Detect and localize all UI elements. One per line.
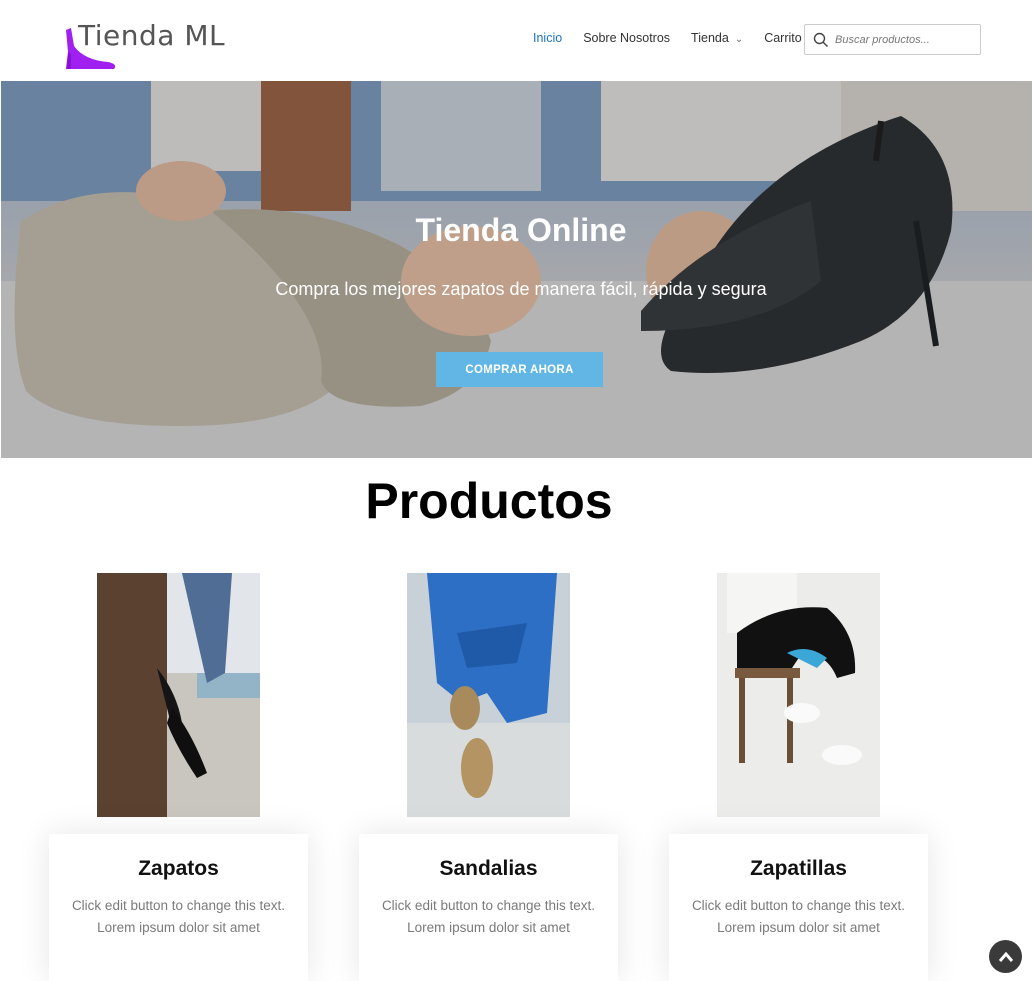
product-card-line1: Click edit button to change this text. bbox=[381, 898, 596, 913]
product-card-line2: Lorem ipsum dolor sit amet bbox=[97, 920, 260, 935]
main-nav: Inicio Sobre Nosotros Tienda ⌄ Carrito bbox=[533, 31, 823, 45]
product-card-line2: Lorem ipsum dolor sit amet bbox=[717, 920, 880, 935]
product-image-sandalias[interactable] bbox=[407, 573, 570, 817]
nav-item-sobre-nosotros[interactable]: Sobre Nosotros bbox=[583, 31, 670, 45]
scroll-to-top-button[interactable] bbox=[989, 940, 1022, 973]
search-icon[interactable] bbox=[813, 32, 829, 48]
hero-subtitle: Compra los mejores zapatos de manera fác… bbox=[275, 279, 767, 299]
product-card-line1: Click edit button to change this text. bbox=[71, 898, 286, 913]
product-card-text: Click edit button to change this text. L… bbox=[669, 895, 928, 939]
product-card-zapatillas[interactable]: Zapatillas Click edit button to change t… bbox=[669, 834, 928, 981]
hero-overlay bbox=[1, 81, 1032, 458]
product-image-zapatillas[interactable] bbox=[717, 573, 880, 817]
product-card-line2: Lorem ipsum dolor sit amet bbox=[407, 920, 570, 935]
search-box bbox=[804, 24, 981, 55]
brand-name: Tienda ML bbox=[78, 19, 226, 52]
sneakers-photo bbox=[717, 573, 880, 817]
product-card-line1: Click edit button to change this text. bbox=[691, 898, 906, 913]
product-card-zapatos[interactable]: Zapatos Click edit button to change this… bbox=[49, 834, 308, 981]
nav-item-tienda-label: Tienda bbox=[691, 31, 729, 45]
chevron-up-icon bbox=[998, 951, 1013, 962]
nav-item-tienda[interactable]: Tienda ⌄ bbox=[691, 31, 743, 45]
hero-banner: Tienda Online Compra los mejores zapatos… bbox=[1, 81, 1032, 458]
hero-title: Tienda Online bbox=[415, 212, 627, 248]
chevron-down-icon: ⌄ bbox=[734, 34, 744, 45]
comprar-ahora-button[interactable]: COMPRAR AHORA bbox=[436, 352, 603, 387]
sandals-photo bbox=[407, 573, 570, 817]
nav-item-inicio[interactable]: Inicio bbox=[533, 31, 562, 45]
product-card-text: Click edit button to change this text. L… bbox=[359, 895, 618, 939]
heels-photo bbox=[97, 573, 260, 817]
product-card-title: Zapatillas bbox=[750, 857, 847, 880]
product-card-text: Click edit button to change this text. L… bbox=[49, 895, 308, 939]
nav-item-carrito[interactable]: Carrito bbox=[764, 31, 802, 45]
product-card-title: Sandalias bbox=[439, 857, 538, 880]
product-card-title: Zapatos bbox=[138, 857, 219, 880]
product-card-sandalias[interactable]: Sandalias Click edit button to change th… bbox=[359, 834, 618, 981]
site-header: Tienda ML Inicio Sobre Nosotros Tienda ⌄ … bbox=[0, 0, 1033, 81]
site-logo[interactable]: Tienda ML bbox=[62, 18, 242, 70]
product-image-zapatos[interactable] bbox=[97, 573, 260, 817]
search-input[interactable] bbox=[835, 33, 975, 46]
products-heading: Productos bbox=[365, 473, 613, 529]
